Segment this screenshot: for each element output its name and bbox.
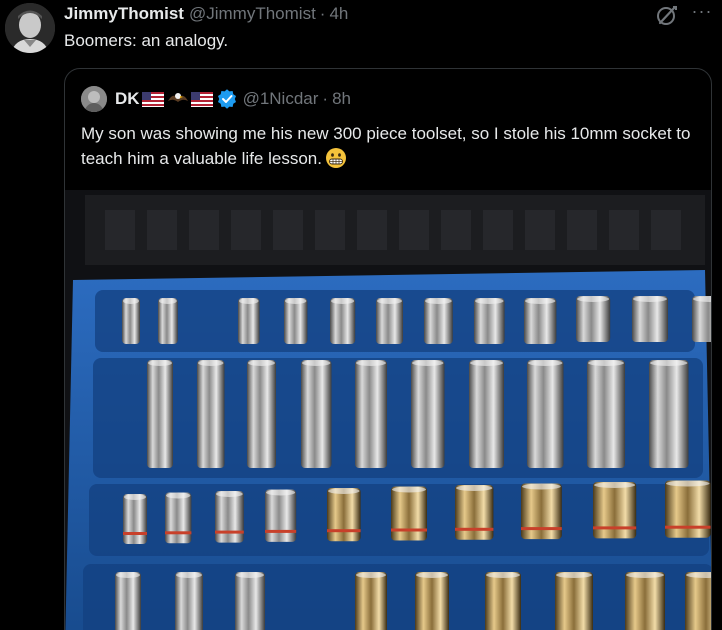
socket [238,298,260,344]
quote-avatar-image-icon [81,86,107,112]
quote-avatar[interactable] [81,86,107,112]
socket [355,360,387,468]
timestamp[interactable]: 4h [329,4,348,24]
socket [692,296,711,342]
socket [215,491,244,543]
tweet-header: JimmyThomist @JimmyThomist · 4h [64,3,348,25]
socket [469,360,504,468]
display-name[interactable]: JimmyThomist [64,4,184,24]
socket [247,360,276,468]
socket-tray-image [65,190,711,630]
socket [235,572,265,630]
quote-separator-dot: · [322,89,329,108]
quote-tweet-card[interactable]: DK @1Nicdar · 8h My son was showing me h… [64,68,712,630]
socket [593,482,637,539]
eagle-icon [167,89,189,109]
socket [123,494,147,544]
socket [284,298,308,344]
more-icon[interactable]: ··· [690,2,714,26]
socket [455,485,494,540]
socket [115,572,141,630]
socket [555,572,593,630]
quote-display-name[interactable]: DK [115,89,140,109]
socket [665,480,711,538]
verified-badge-icon [217,89,237,109]
socket [165,492,192,544]
socket [330,298,356,344]
socket [158,298,178,344]
socket [122,298,140,344]
quote-text: My son was showing me his new 300 piece … [81,121,701,171]
grimacing-face-icon [325,147,347,169]
user-avatar[interactable] [5,3,55,53]
socket [175,572,203,630]
avatar-portrait-icon [5,3,55,53]
socket [415,572,449,630]
socket [327,488,361,542]
tweet-text: Boomers: an analogy. [64,31,229,50]
quote-timestamp[interactable]: 8h [332,89,351,109]
socket [625,572,665,630]
socket [576,296,611,342]
quote-header: DK @1Nicdar · 8h [81,86,351,112]
us-flag-icon [141,91,164,107]
socket [485,572,521,630]
grok-icon[interactable] [654,2,680,28]
socket [147,360,173,468]
socket [376,298,403,344]
socket [685,572,711,630]
socket [355,572,387,630]
socket [649,360,689,468]
us-flag-icon [190,91,213,107]
socket [527,360,564,468]
socket [521,483,562,540]
socket [587,360,625,468]
user-handle[interactable]: @JimmyThomist [189,4,316,24]
attached-photo[interactable] [65,190,711,630]
socket [265,489,297,542]
socket [632,296,668,342]
socket [197,360,225,468]
socket [424,298,453,344]
socket [301,360,332,468]
separator-dot: · [319,4,326,23]
quote-text-body: My son was showing me his new 300 piece … [81,124,691,168]
socket [474,298,505,344]
quote-handle[interactable]: @1Nicdar [243,89,319,109]
socket [411,360,445,468]
socket [391,486,427,541]
socket [524,298,557,344]
